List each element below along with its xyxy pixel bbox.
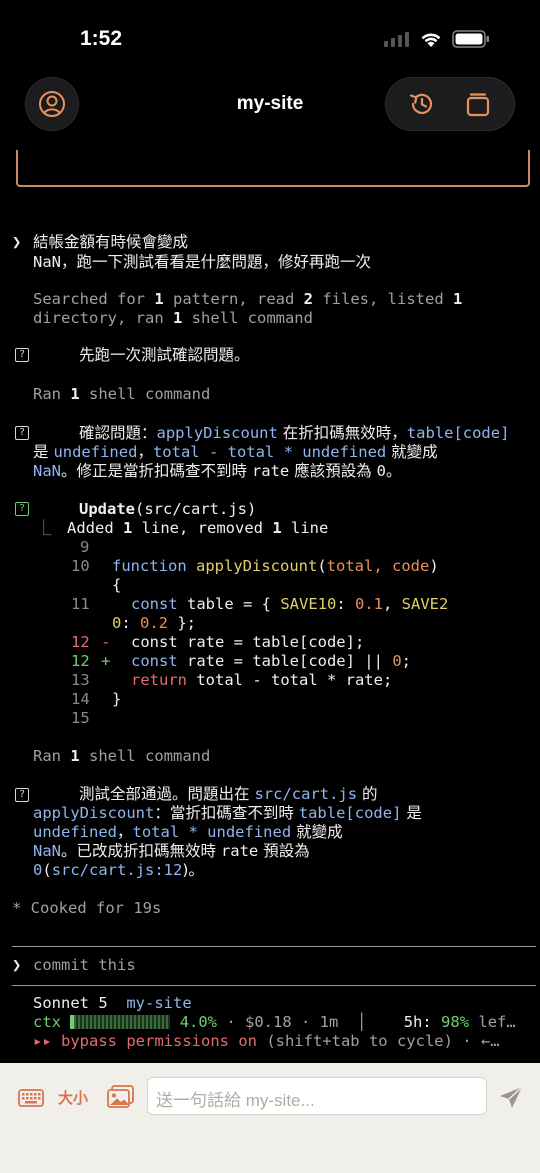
previous-output-box — [16, 150, 530, 187]
update-header: Update(src/cart.js) — [79, 500, 257, 518]
status-time: 1:52 — [80, 27, 123, 50]
tool-update-icon: ? — [15, 502, 29, 516]
wifi-icon — [421, 32, 441, 47]
tree-branch: ⎿ — [36, 519, 52, 537]
diff-line-number: 13 — [71, 671, 90, 689]
diff-code-line-13: return total - total * rate; — [131, 671, 393, 689]
assistant-message-3-line-5: 0(src/cart.js:12)。 — [33, 861, 204, 879]
status-bar: 1:52 — [0, 0, 540, 80]
diff-added-line-number: 12 — [71, 652, 90, 670]
status-icons — [384, 30, 490, 48]
user-message-line-2: NaN，跑一下測試看看是什麼問題，修好再跑一次 — [33, 253, 371, 271]
assistant-message-icon: ? — [15, 426, 29, 440]
user-message-line-1: 結帳金額有時候會變成 — [33, 233, 189, 251]
diff-code-line-10-wrap: { — [112, 576, 122, 594]
diff-code-line-11-wrap: 0: 0.2 }; — [112, 614, 197, 632]
ran-command-2: Ran 1 shell command — [33, 747, 211, 765]
context-line: ctx 4.0% · $0.18 · 1m │ 5h: 98% lef… — [33, 1013, 516, 1031]
send-icon[interactable] — [498, 1085, 524, 1111]
context-usage-bar — [70, 1015, 171, 1029]
permissions-line: ▸▸ bypass permissions on (shift+tab to c… — [33, 1032, 500, 1050]
user-prompt-caret: ❯ — [12, 233, 22, 251]
prompt-caret: ❯ — [12, 956, 22, 974]
assistant-message-3-line-1: 測試全部通過。問題出在 src/cart.js 的 — [79, 785, 378, 803]
diff-added-sign: + — [101, 652, 111, 670]
tool-summary-line-1: Searched for 1 pattern, read 2 files, li… — [33, 290, 463, 308]
cooked-status: * Cooked for 19s — [12, 899, 162, 917]
assistant-message-2-line-1: 確認問題：applyDiscount 在折扣碼無效時，table[code] — [79, 424, 510, 442]
diff-code-line-14: } — [112, 690, 122, 708]
diff-removed-line-number: 12 — [71, 633, 90, 651]
assistant-message-2-line-3: NaN。修正是當折扣碼查不到時 rate 應該預設為 0。 — [33, 462, 402, 480]
assistant-message-2-line-2: 是 undefined，total - total * undefined 就變… — [33, 443, 438, 461]
diff-removed-sign: - — [101, 633, 111, 651]
photo-gallery-icon[interactable] — [107, 1085, 135, 1109]
battery-icon — [452, 30, 489, 48]
diff-code-line-11: const table = { SAVE10: 0.1, SAVE2 — [131, 595, 449, 613]
diff-line-number: 9 — [80, 538, 90, 556]
diff-removed-line: const rate = table[code]; — [131, 633, 365, 651]
composer-bar: 大小 送一句話給 my-site... — [0, 1063, 540, 1173]
cellular-signal-icon — [384, 32, 409, 47]
prompt-input[interactable]: commit this — [33, 956, 136, 975]
prompt-divider-bottom — [12, 985, 536, 986]
diff-added-line: const rate = table[code] || 0; — [131, 652, 411, 670]
header-actions — [385, 77, 515, 131]
tool-summary-line-2: directory, ran 1 shell command — [33, 309, 313, 327]
update-summary: Added 1 line, removed 1 line — [67, 519, 329, 537]
message-input[interactable]: 送一句話給 my-site... — [147, 1077, 487, 1115]
assistant-message-3-line-3: undefined，total * undefined 就變成 — [33, 823, 343, 841]
app-header: my-site — [0, 74, 540, 134]
ran-command-1: Ran 1 shell command — [33, 385, 211, 403]
prompt-divider-top — [12, 946, 536, 947]
sessions-stack-icon[interactable] — [463, 89, 493, 119]
diff-line-number: 10 — [71, 557, 90, 575]
assistant-message-icon: ? — [15, 788, 29, 802]
history-icon[interactable] — [407, 89, 437, 119]
diff-line-number: 11 — [71, 595, 90, 613]
model-line: Sonnet 5 my-site — [33, 994, 192, 1012]
keyboard-icon[interactable] — [18, 1089, 44, 1107]
diff-code-line-10: function applyDiscount(total, code) — [112, 557, 439, 575]
diff-line-number: 15 — [71, 709, 90, 727]
assistant-message-3-line-2: applyDiscount：當折扣碼查不到時 table[code] 是 — [33, 804, 422, 822]
assistant-message-1: 先跑一次測試確認問題。 — [79, 346, 250, 364]
text-size-button[interactable]: 大小 — [58, 1087, 88, 1108]
diff-line-number: 14 — [71, 690, 90, 708]
assistant-message-3-line-4: NaN。已改成折扣碼無效時 rate 預設為 — [33, 842, 310, 860]
assistant-message-icon: ? — [15, 348, 29, 362]
